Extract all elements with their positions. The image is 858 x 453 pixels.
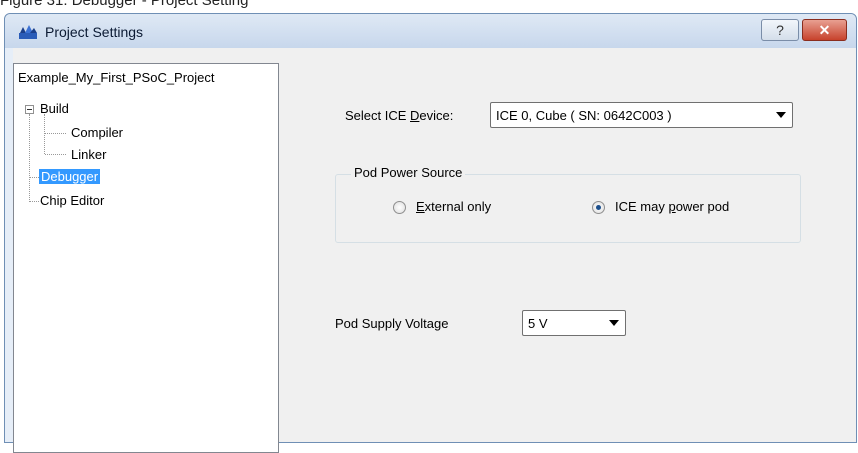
pod-power-source-title: Pod Power Source <box>351 165 466 180</box>
ice-may-power-pod-label[interactable]: ICE may power pod <box>615 199 729 214</box>
tree-item-debugger[interactable]: Debugger <box>39 169 101 184</box>
external-only-radio[interactable] <box>393 201 406 214</box>
tree-item-build[interactable]: Build <box>40 101 69 116</box>
pod-supply-voltage-label: Pod Supply Voltage <box>335 316 449 331</box>
chevron-down-icon <box>776 112 786 118</box>
app-icon <box>19 25 37 39</box>
tree-item-compiler[interactable]: Compiler <box>71 125 123 140</box>
pod-supply-voltage-value: 5 V <box>528 316 548 331</box>
ice-device-label: Select ICE Device: <box>345 108 453 123</box>
label-text: xternal only <box>424 199 492 214</box>
settings-tree: Example_My_First_PSoC_Project Build Comp… <box>13 63 279 453</box>
tree-line <box>45 154 66 155</box>
window-title: Project Settings <box>45 24 144 40</box>
tree-item-linker[interactable]: Linker <box>71 147 106 162</box>
figure-caption: Figure 31. Debugger - Project Setting <box>0 0 560 8</box>
close-button[interactable]: ✕ <box>802 19 847 41</box>
ice-device-value: ICE 0, Cube ( SN: 0642C003 ) <box>496 108 672 123</box>
label-text: Select ICE <box>345 108 411 123</box>
label-text: D <box>410 108 420 123</box>
external-only-label[interactable]: External only <box>416 199 491 214</box>
pod-supply-voltage-dropdown[interactable]: 5 V <box>522 310 626 336</box>
tree-line <box>30 177 39 178</box>
collapse-icon[interactable] <box>25 105 34 114</box>
dialog-body: Example_My_First_PSoC_Project Build Comp… <box>13 48 856 453</box>
project-settings-dialog: Project Settings ? ✕ Example_My_First_PS… <box>4 13 857 453</box>
label-text: evice: <box>419 108 454 123</box>
tree-item-project[interactable]: Example_My_First_PSoC_Project <box>18 70 215 85</box>
ice-may-power-pod-radio[interactable] <box>592 201 605 214</box>
tree-line <box>29 114 30 202</box>
label-text: ICE may <box>615 199 669 214</box>
tree-line <box>45 133 66 134</box>
label-text: E <box>416 199 425 214</box>
help-icon: ? <box>776 22 784 38</box>
label-text: p <box>668 199 676 214</box>
help-button[interactable]: ? <box>761 19 799 41</box>
tree-line <box>44 114 45 154</box>
tree-item-chip-editor[interactable]: Chip Editor <box>40 193 104 208</box>
title-bar: Project Settings ? ✕ <box>5 14 856 48</box>
label-text: ower pod <box>675 199 730 214</box>
close-icon: ✕ <box>818 21 831 38</box>
chevron-down-icon <box>609 320 619 326</box>
tree-line <box>30 201 39 202</box>
ice-device-dropdown[interactable]: ICE 0, Cube ( SN: 0642C003 ) <box>490 102 793 128</box>
